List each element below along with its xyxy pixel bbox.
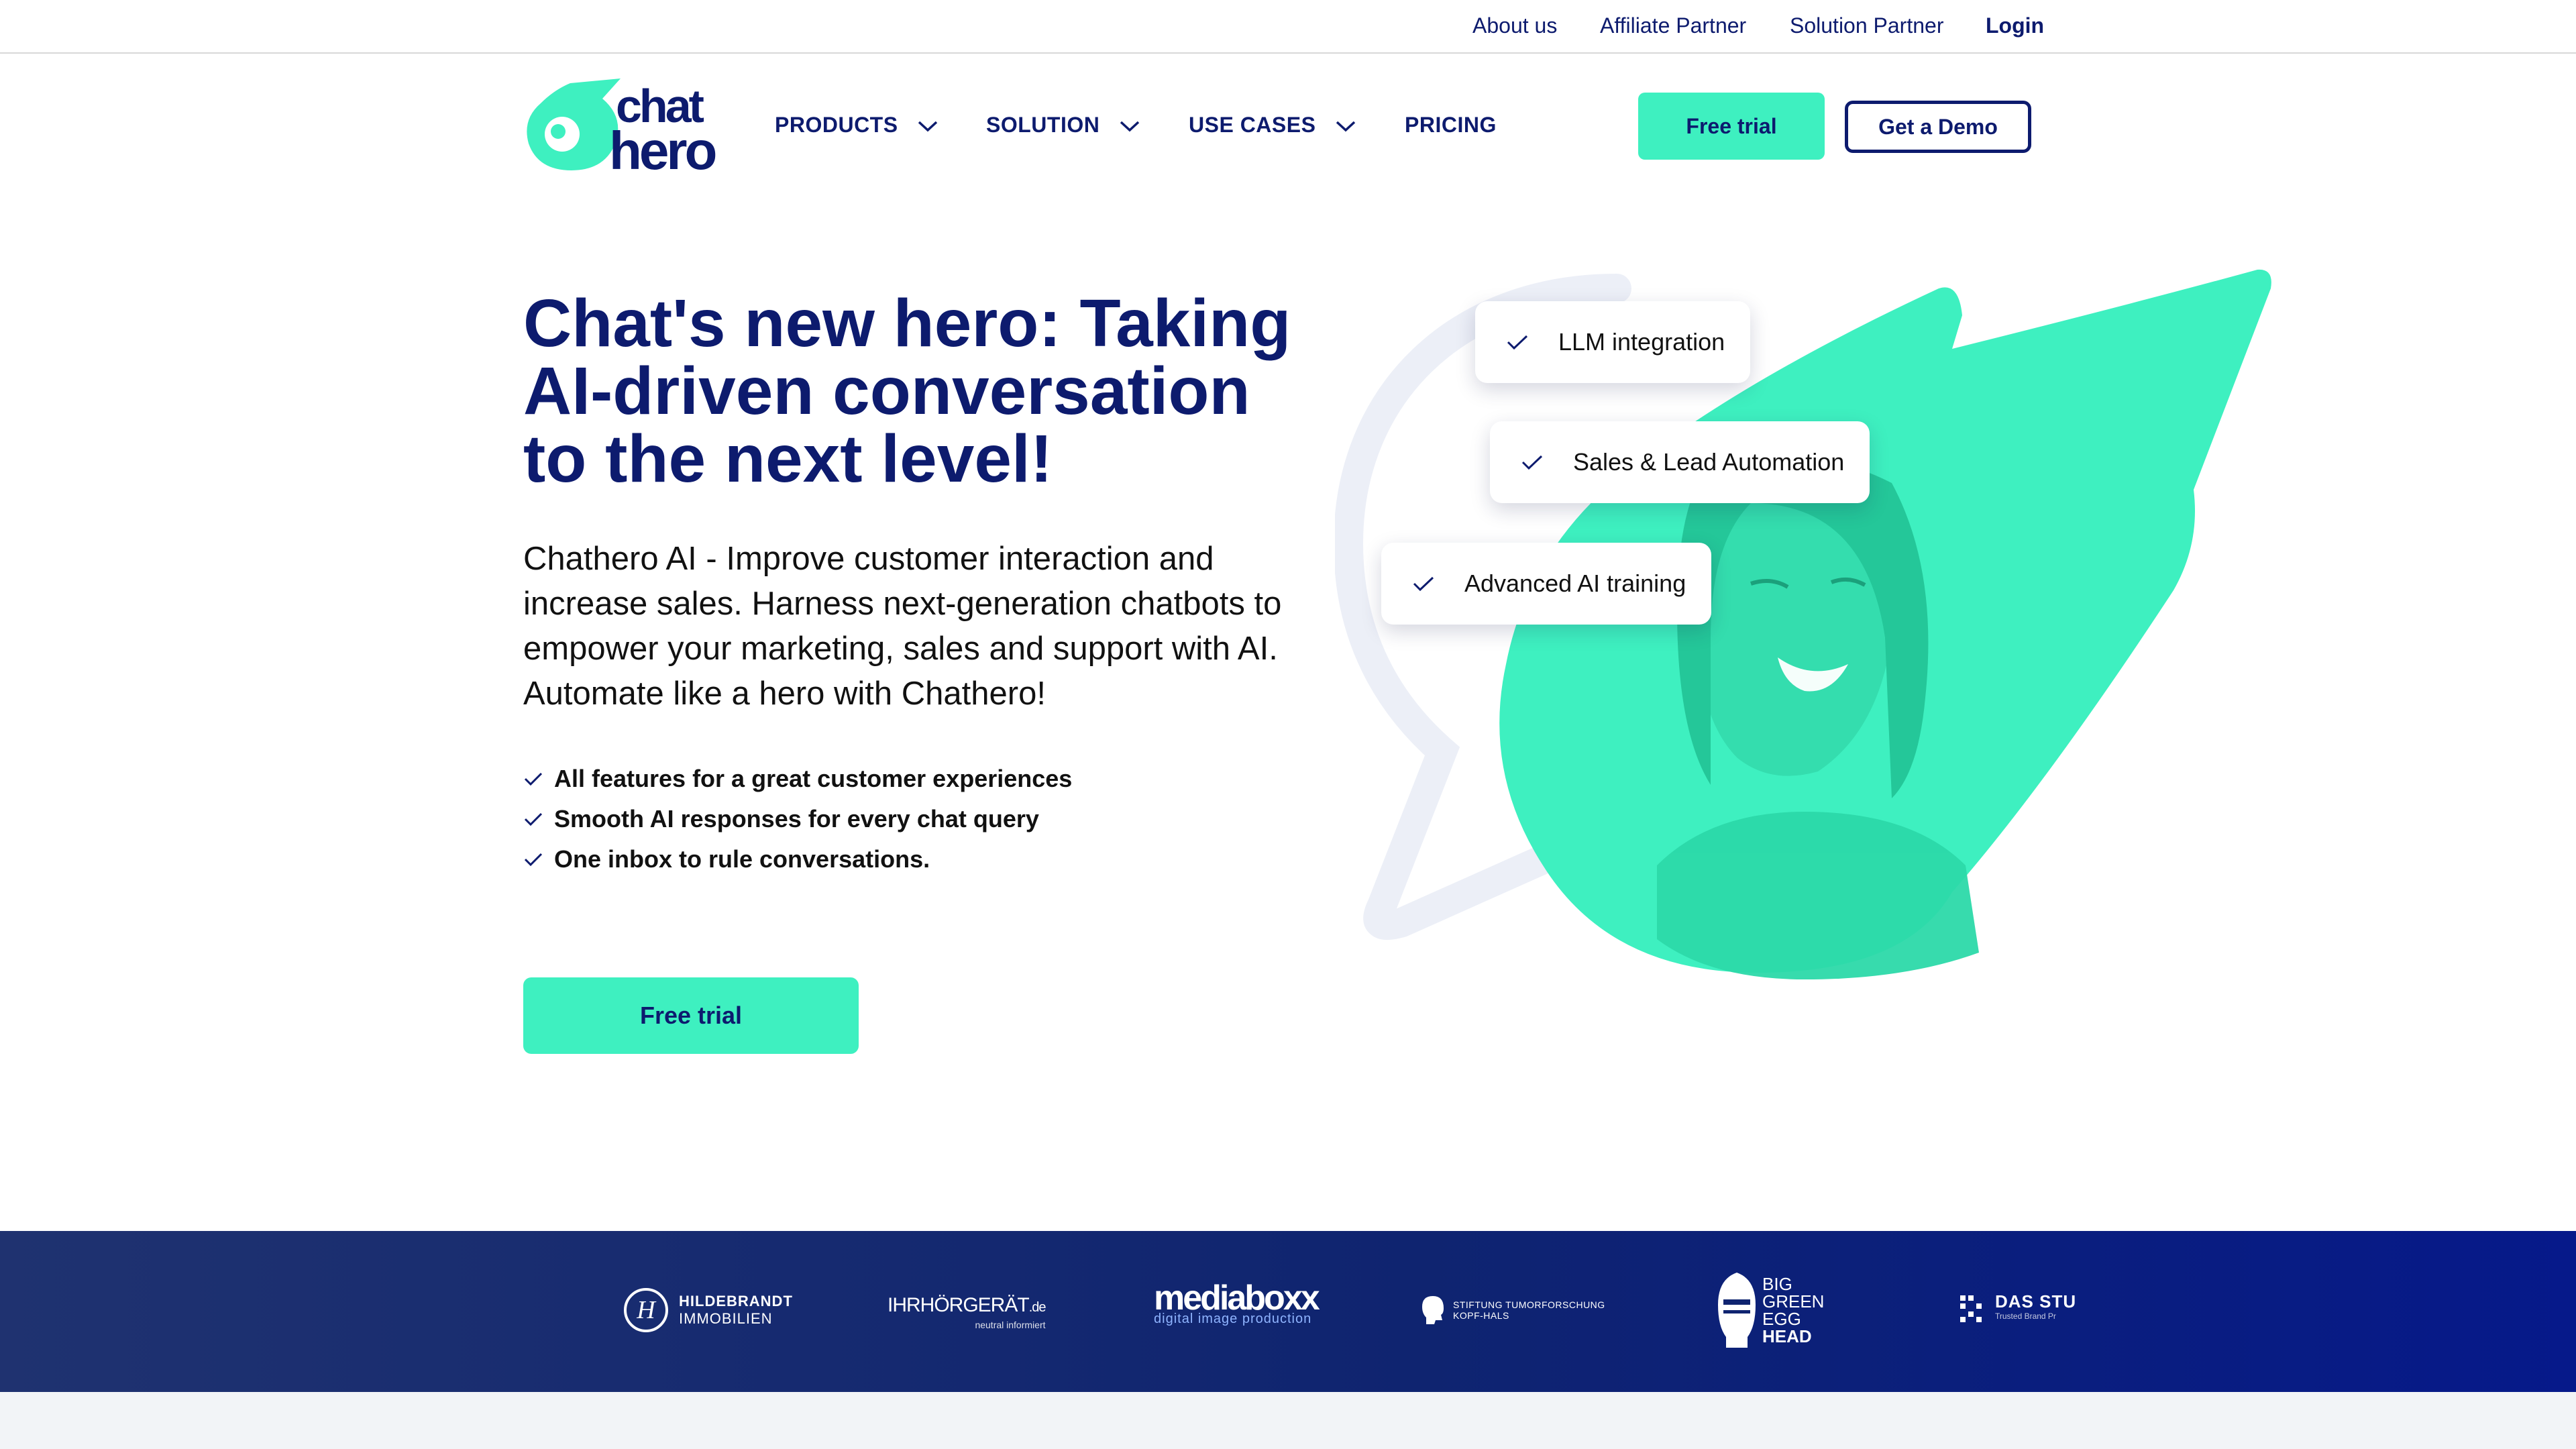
logo-eye-pupil (551, 124, 566, 139)
about-us-link[interactable]: About us (1472, 13, 1557, 38)
top-utility-bar: About us Affiliate Partner Solution Part… (0, 0, 2576, 54)
feature-label: One inbox to rule conversations. (554, 845, 930, 873)
feature-label: All features for a great customer experi… (554, 765, 1073, 792)
partner-text: Trusted Brand Pr (1995, 1311, 2056, 1321)
solution-partner-link[interactable]: Solution Partner (1790, 13, 1943, 38)
feature-chip-sales: Sales & Lead Automation (1490, 421, 1870, 503)
feature-label: Smooth AI responses for every chat query (554, 805, 1039, 833)
feature-item: Smooth AI responses for every chat query (523, 805, 1039, 833)
chip-label: Advanced AI training (1464, 570, 1686, 597)
partner-text: HILDEBRANDT (679, 1293, 793, 1309)
nav-use-cases[interactable]: USE CASES (1189, 113, 1316, 138)
partner-text: DAS STU (1995, 1291, 2077, 1311)
svg-text:H: H (636, 1296, 657, 1324)
hero-desc-line: empower your marketing, sales and suppor… (523, 631, 1278, 667)
nav-pricing[interactable]: PRICING (1405, 113, 1497, 138)
check-icon (524, 772, 543, 786)
hero-title: Chat's new hero: Taking AI-driven conver… (523, 290, 1328, 493)
login-link[interactable]: Login (1986, 13, 2044, 38)
get-demo-button[interactable]: Get a Demo (1845, 101, 2031, 153)
partner-text: EGG (1762, 1309, 1801, 1329)
free-trial-button[interactable]: Free trial (1638, 93, 1825, 160)
nav-solution[interactable]: SOLUTION (986, 113, 1099, 138)
grid-mark-icon (1960, 1295, 1982, 1322)
chevron-down-icon[interactable] (1118, 118, 1141, 134)
partner-logo-hildebrandt: H HILDEBRANDT IMMOBILIEN (623, 1287, 793, 1334)
hero-title-line: to the next level! (523, 421, 1053, 496)
partner-logo-stiftung: STIFTUNG TUMORFORSCHUNG KOPF-HALS (1421, 1295, 1605, 1326)
knight-helmet-icon (1718, 1273, 1756, 1348)
partner-text: HEAD (1762, 1326, 1812, 1346)
feature-chip-llm: LLM integration (1475, 301, 1750, 383)
feature-item: All features for a great customer experi… (523, 765, 1072, 793)
partner-text: IHRHÖRGERÄT (888, 1294, 1030, 1316)
hildebrandt-emblem-icon: H (624, 1288, 668, 1332)
partner-text: BIG (1762, 1274, 1792, 1294)
partner-text: GREEN (1762, 1291, 1825, 1311)
hero-title-line: Chat's new hero: Taking (523, 286, 1291, 361)
partner-text: KOPF-HALS (1453, 1310, 1509, 1321)
partner-text: neutral informiert (975, 1320, 1046, 1330)
chevron-down-icon[interactable] (1334, 118, 1357, 134)
chip-label: Sales & Lead Automation (1573, 448, 1845, 476)
partner-logo-hoergeraet: IHRHÖRGERÄT.de neutral informiert (888, 1294, 1046, 1334)
partner-text: IMMOBILIEN (679, 1310, 773, 1327)
nav-products[interactable]: PRODUCTS (775, 113, 898, 138)
feature-item: One inbox to rule conversations. (523, 845, 930, 873)
check-icon (524, 812, 543, 826)
logo-word-hero: hero (609, 121, 715, 176)
partner-text: .de (1028, 1300, 1046, 1315)
check-icon (1507, 335, 1528, 350)
chathero-logo[interactable]: chat hero (523, 75, 731, 176)
partner-logo-big-green-egg: BIG GREEN EGG HEAD (1714, 1270, 1824, 1350)
hero-free-trial-button[interactable]: Free trial (523, 977, 859, 1054)
partner-text: digital image production (1154, 1311, 1312, 1326)
head-profile-icon (1422, 1296, 1444, 1324)
partner-text: mediaboxx (1154, 1279, 1320, 1318)
partner-logo-mediaboxx: mediaboxx digital image production (1154, 1279, 1320, 1326)
hero-desc-line: Automate like a hero with Chathero! (523, 676, 1046, 712)
chevron-down-icon[interactable] (916, 118, 939, 134)
hero-desc-line: increase sales. Harness next-generation … (523, 586, 1282, 622)
affiliate-partner-link[interactable]: Affiliate Partner (1600, 13, 1746, 38)
hero-description: Chathero AI - Improve customer interacti… (523, 537, 1301, 716)
partner-text: STIFTUNG TUMORFORSCHUNG (1453, 1299, 1605, 1310)
check-icon (1521, 455, 1543, 470)
hero-title-line: AI-driven conversation (523, 354, 1250, 429)
next-section-strip (0, 1392, 2576, 1449)
chip-label: LLM integration (1558, 328, 1725, 356)
feature-chip-ai-training: Advanced AI training (1381, 543, 1711, 625)
hero-desc-line: Chathero AI - Improve customer interacti… (523, 541, 1214, 577)
check-icon (524, 853, 543, 867)
partner-logo-das-stu: DAS STU Trusted Brand Pr (1959, 1291, 2077, 1324)
check-icon (1413, 576, 1434, 592)
